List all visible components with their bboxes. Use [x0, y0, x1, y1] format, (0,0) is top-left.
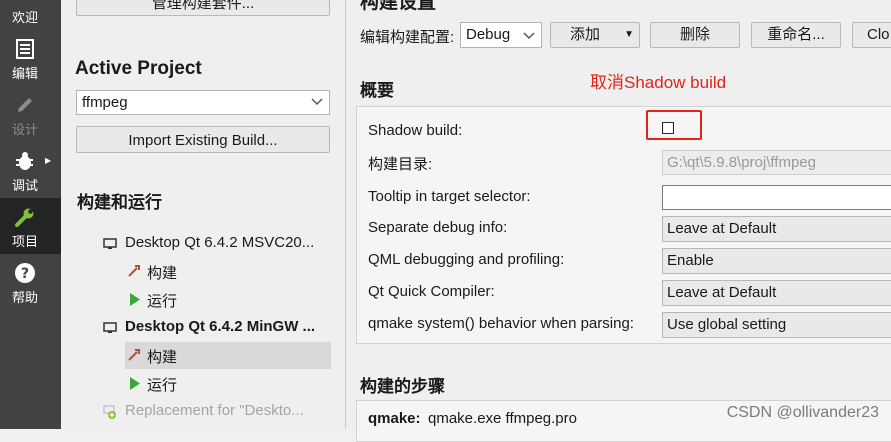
delete-config-button[interactable]: 删除: [650, 22, 740, 48]
expand-arrow-icon: ▶: [45, 156, 52, 165]
wrench-icon: [15, 208, 34, 227]
kit-msvc-build[interactable]: 构建: [125, 261, 331, 283]
kit-msvc-build-label: 构建: [147, 264, 178, 282]
separate-debug-label: Separate debug info:: [368, 219, 508, 236]
kit-msvc-run-label: 运行: [147, 292, 178, 310]
mode-welcome[interactable]: 欢迎: [0, 0, 61, 30]
add-config-label: 添加: [569, 26, 600, 43]
edit-config-label: 编辑构建配置:: [360, 29, 455, 46]
mode-debug[interactable]: ▶ 调试: [0, 142, 61, 198]
play-icon: [130, 377, 140, 390]
separate-debug-combo[interactable]: Leave at Default: [662, 216, 891, 242]
tooltip-selector-input[interactable]: [662, 185, 891, 210]
design-pencil-icon: [18, 98, 32, 112]
chevron-down-icon: [311, 98, 323, 106]
kit-msvc-label: Desktop Qt 6.4.2 MSVC20...: [125, 234, 315, 251]
qml-debug-combo[interactable]: Enable: [662, 248, 891, 274]
tooltip-selector-label: Tooltip in target selector:: [368, 188, 531, 205]
mode-edit[interactable]: 编辑: [0, 30, 61, 86]
manage-kits-button[interactable]: 管理构建套件...: [76, 0, 330, 16]
build-dir-label: 构建目录:: [368, 156, 433, 173]
svg-text:?: ?: [21, 266, 29, 282]
qmake-system-combo[interactable]: Use global setting: [662, 312, 891, 338]
monitor-icon: [103, 238, 117, 249]
kit-mingw-build[interactable]: 构建: [125, 342, 331, 369]
hammer-icon: [128, 265, 140, 277]
qtquick-compiler-combo[interactable]: Leave at Default: [662, 280, 891, 306]
build-steps-heading: 构建的步骤: [360, 377, 445, 397]
build-run-heading: 构建和运行: [77, 193, 162, 213]
mode-edit-label: 编辑: [11, 67, 38, 82]
config-selector-value: Debug: [466, 26, 511, 43]
kit-mingw-label: Desktop Qt 6.4.2 MinGW ...: [125, 318, 316, 335]
mode-bar: 欢迎 编辑 设计 ▶ 调试 项目 ? 帮助: [0, 0, 61, 429]
import-existing-build-button[interactable]: Import Existing Build...: [76, 126, 330, 153]
kit-replacement[interactable]: Replacement for "Deskto...: [103, 401, 331, 423]
mode-debug-label: 调试: [11, 179, 38, 194]
active-project-heading: Active Project: [75, 58, 202, 79]
kit-mingw[interactable]: Desktop Qt 6.4.2 MinGW ...: [103, 317, 331, 339]
qmake-system-label: qmake system() behavior when parsing:: [368, 315, 634, 332]
project-selector-value: ffmpeg: [82, 94, 128, 111]
qmake-step-value: qmake.exe ffmpeg.pro: [428, 410, 577, 427]
kit-replacement-label: Replacement for "Deskto...: [125, 402, 304, 419]
mode-help[interactable]: ? 帮助: [0, 254, 61, 310]
kit-mingw-run[interactable]: 运行: [125, 373, 331, 395]
clone-config-button[interactable]: Clo: [852, 22, 891, 48]
config-selector[interactable]: Debug: [460, 22, 542, 48]
annotation-text: 取消Shadow build: [590, 73, 727, 92]
qtquick-compiler-label: Qt Quick Compiler:: [368, 283, 495, 300]
dropdown-arrow-icon: ▼: [624, 29, 634, 40]
watermark: CSDN @ollivander23: [726, 404, 879, 421]
hammer-icon: [128, 349, 140, 361]
rename-config-button[interactable]: 重命名...: [751, 22, 841, 48]
help-icon: ?: [15, 263, 35, 283]
mode-welcome-label: 欢迎: [11, 11, 38, 26]
kit-msvc[interactable]: Desktop Qt 6.4.2 MSVC20...: [103, 233, 331, 255]
build-dir-field[interactable]: G:\qt\5.9.8\proj\ffmpeg: [662, 150, 891, 175]
mode-projects-label: 项目: [11, 235, 38, 250]
overview-heading: 概要: [360, 81, 394, 101]
shadow-build-checkbox[interactable]: [662, 122, 674, 134]
mode-projects[interactable]: 项目: [0, 198, 61, 254]
build-settings: 构建设置 编辑构建配置: Debug 添加 ▼ 删除 重命名... Clo 概要…: [346, 0, 891, 442]
monitor-icon: [103, 322, 117, 333]
kit-mingw-build-label: 构建: [147, 348, 178, 366]
mode-design[interactable]: 设计: [0, 86, 61, 142]
project-selector[interactable]: ffmpeg: [76, 90, 330, 115]
kit-msvc-run[interactable]: 运行: [125, 289, 331, 311]
debug-bug-icon: [16, 152, 33, 170]
add-kit-icon: [103, 405, 116, 419]
mode-design-label: 设计: [11, 123, 38, 138]
shadow-build-label: Shadow build:: [368, 122, 463, 139]
play-icon: [130, 293, 140, 306]
add-config-button[interactable]: 添加 ▼: [550, 22, 640, 48]
edit-icon: [16, 39, 34, 59]
chevron-down-icon: [523, 32, 535, 40]
build-settings-title: 构建设置: [360, 0, 437, 13]
kit-mingw-run-label: 运行: [147, 376, 178, 394]
mode-help-label: 帮助: [11, 291, 38, 306]
qmake-step-key: qmake:: [368, 410, 421, 427]
project-panel: 管理构建套件... Active Project ffmpeg Import E…: [61, 0, 346, 429]
qml-debug-label: QML debugging and profiling:: [368, 251, 565, 268]
annotation-highlight-box: [646, 110, 702, 140]
